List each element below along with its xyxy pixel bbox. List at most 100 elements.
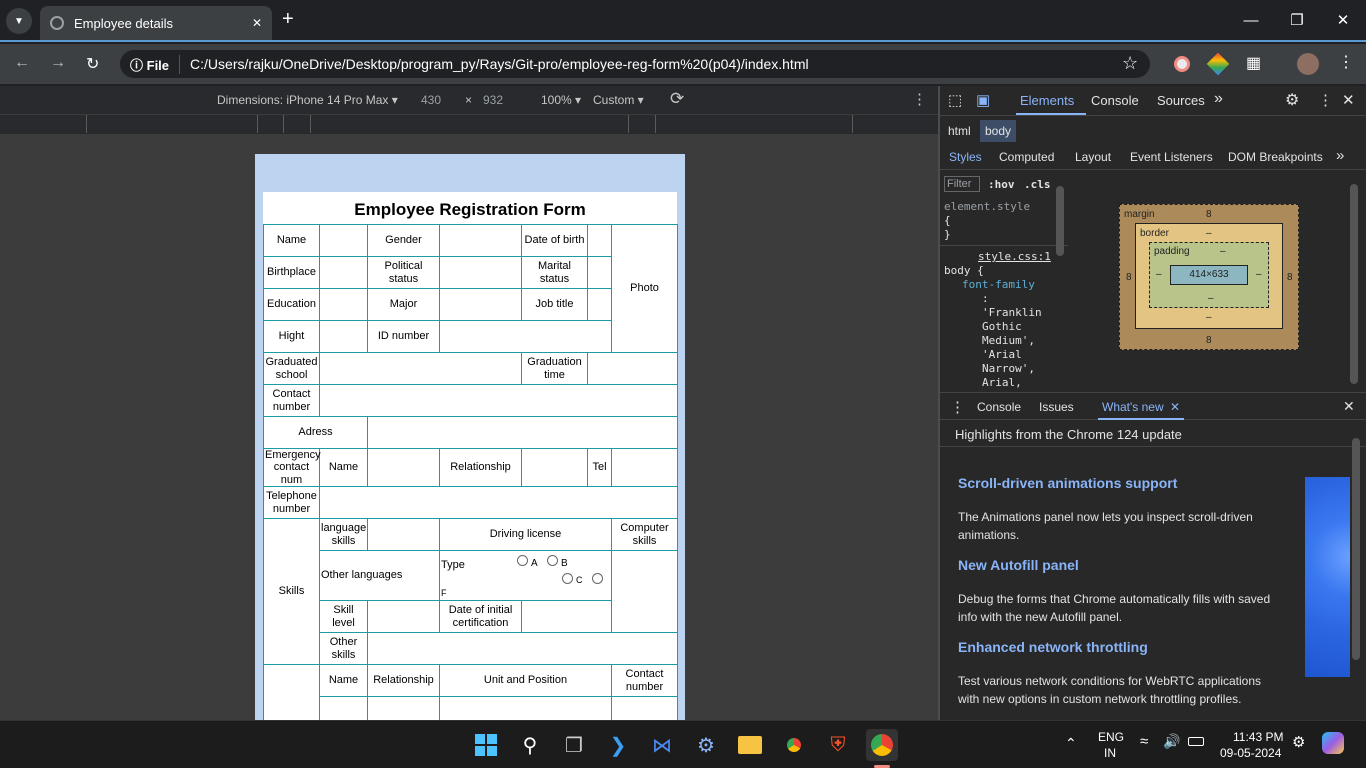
drawer-tab-whats-new[interactable]: What's new xyxy=(1102,400,1164,414)
filter-input[interactable]: Filter xyxy=(944,176,980,192)
forward-icon[interactable]: → xyxy=(50,54,66,72)
site-info-chip[interactable]: ⓘ File xyxy=(130,54,181,74)
clock-time[interactable]: 11:43 PM xyxy=(1233,730,1283,744)
extensions-puzzle-icon[interactable]: ▦ xyxy=(1246,53,1261,73)
wn-title-2[interactable]: New Autofill panel xyxy=(958,556,1079,574)
devtools-menu-icon[interactable]: ⋮ xyxy=(1318,91,1333,109)
chrome-profile-icon[interactable] xyxy=(866,729,898,761)
stylesheet-link[interactable]: style.css:1 xyxy=(978,250,1051,264)
input-language[interactable] xyxy=(367,518,440,551)
device-toggle-icon[interactable]: ▣ xyxy=(976,91,990,109)
input-tel[interactable] xyxy=(611,448,678,487)
throttle-select[interactable]: Custom ▾ xyxy=(593,93,644,107)
input-gender[interactable] xyxy=(439,224,522,257)
pycharm-icon[interactable]: ⋈ xyxy=(646,729,678,761)
omnibox[interactable]: ⓘ File C:/Users/rajku/OneDrive/Desktop/p… xyxy=(120,50,1150,78)
wifi-icon[interactable]: ≈ xyxy=(1140,733,1148,750)
browser-tab[interactable]: Employee details ✕ xyxy=(40,6,272,40)
input-contact[interactable] xyxy=(319,384,678,417)
more-tabs-icon[interactable]: » xyxy=(1214,90,1223,108)
radio-c[interactable] xyxy=(562,573,573,584)
subtab-more-icon[interactable]: » xyxy=(1336,147,1344,164)
file-explorer-icon[interactable] xyxy=(734,729,766,761)
settings-app-icon[interactable]: ⚙ xyxy=(690,729,722,761)
input-telephone[interactable] xyxy=(319,486,678,519)
width-input[interactable]: 430 xyxy=(421,93,441,107)
radio-f[interactable] xyxy=(592,573,603,584)
input-education[interactable] xyxy=(319,288,368,321)
subtab-event-listeners[interactable]: Event Listeners xyxy=(1130,150,1213,164)
input-graduated[interactable] xyxy=(319,352,522,385)
close-tab-icon[interactable]: ✕ xyxy=(252,16,262,30)
input-political[interactable] xyxy=(439,256,522,289)
bookmark-star-icon[interactable]: ☆ xyxy=(1122,53,1138,74)
restore-button[interactable]: ❐ xyxy=(1274,0,1320,40)
zoom-select[interactable]: 100% ▾ xyxy=(541,93,581,107)
crumb-html[interactable]: html xyxy=(948,124,971,138)
close-devtools-icon[interactable]: ✕ xyxy=(1342,91,1355,109)
minimize-button[interactable]: — xyxy=(1228,0,1274,40)
height-input[interactable]: 932 xyxy=(483,93,503,107)
input-grad-time[interactable] xyxy=(587,352,678,385)
lang-line-2[interactable]: IN xyxy=(1104,746,1116,760)
cls-toggle[interactable]: .cls xyxy=(1024,178,1051,192)
close-drawer-icon[interactable]: ✕ xyxy=(1343,398,1355,415)
subtab-computed[interactable]: Computed xyxy=(999,150,1054,164)
input-birthplace[interactable] xyxy=(319,256,368,289)
input-fam-name[interactable] xyxy=(319,696,368,720)
search-icon[interactable]: ⚲ xyxy=(514,729,546,761)
radio-a[interactable] xyxy=(517,555,528,566)
drawer-tab-console[interactable]: Console xyxy=(977,400,1021,414)
input-name[interactable] xyxy=(319,224,368,257)
input-em-name[interactable] xyxy=(367,448,440,487)
input-job-title[interactable] xyxy=(587,288,612,321)
volume-icon[interactable]: 🔊 xyxy=(1163,733,1180,750)
input-fam-contact[interactable] xyxy=(611,696,678,720)
input-relationship[interactable] xyxy=(521,448,588,487)
drawer-scrollbar[interactable] xyxy=(1352,438,1360,660)
wn-title-3[interactable]: Enhanced network throttling xyxy=(958,638,1148,656)
inspect-element-icon[interactable]: ⬚ xyxy=(948,91,962,109)
clock-date[interactable]: 09-05-2024 xyxy=(1220,746,1281,760)
subtab-layout[interactable]: Layout xyxy=(1075,150,1111,164)
tab-elements[interactable]: Elements xyxy=(1020,93,1074,108)
styles-scrollbar[interactable] xyxy=(1056,186,1064,256)
input-hight[interactable] xyxy=(319,320,368,353)
input-computer[interactable] xyxy=(611,550,678,633)
wn-title-1[interactable]: Scroll-driven animations support xyxy=(958,474,1177,492)
css-property[interactable]: font-family xyxy=(962,278,1035,292)
copilot-icon[interactable] xyxy=(1322,732,1344,754)
subtab-styles[interactable]: Styles xyxy=(949,150,982,164)
battery-icon[interactable] xyxy=(1188,737,1204,746)
settings-icon[interactable]: ⚙ xyxy=(1285,90,1299,110)
input-id-number[interactable] xyxy=(439,320,612,353)
hov-toggle[interactable]: :hov xyxy=(988,178,1015,192)
extension-icon-2[interactable] xyxy=(1206,52,1230,76)
profile-avatar[interactable] xyxy=(1297,53,1319,75)
lang-line-1[interactable]: ENG xyxy=(1098,730,1124,744)
tray-chevron-icon[interactable]: ⌃ xyxy=(1065,735,1077,752)
right-scrollbar[interactable] xyxy=(1350,184,1358,384)
chrome-icon[interactable] xyxy=(778,729,810,761)
back-icon[interactable]: ← xyxy=(14,54,30,72)
notification-icon[interactable]: ⚙ xyxy=(1292,733,1305,751)
input-fam-rel[interactable] xyxy=(367,696,440,720)
more-options-icon[interactable]: ⋮ xyxy=(912,90,927,108)
drawer-menu-icon[interactable]: ⋮ xyxy=(950,398,965,416)
start-icon[interactable] xyxy=(470,729,502,761)
input-unit-pos[interactable] xyxy=(439,696,612,720)
extension-icon-1[interactable] xyxy=(1174,56,1190,72)
crumb-body[interactable]: body xyxy=(980,120,1017,142)
tab-console[interactable]: Console xyxy=(1091,93,1139,108)
input-major[interactable] xyxy=(439,288,522,321)
input-skill-level[interactable] xyxy=(367,600,440,633)
radio-b[interactable] xyxy=(547,555,558,566)
close-whats-new-icon[interactable]: ✕ xyxy=(1170,400,1180,414)
new-tab-button[interactable]: + xyxy=(282,8,294,31)
reload-icon[interactable]: ↻ xyxy=(86,54,99,74)
input-other-skills[interactable] xyxy=(367,632,678,665)
browser-menu-icon[interactable]: ⋮ xyxy=(1338,52,1354,72)
tab-search-button[interactable]: ▼ xyxy=(6,8,32,34)
device-select[interactable]: Dimensions: iPhone 14 Pro Max ▾ xyxy=(217,93,398,107)
vscode-icon[interactable]: ❯ xyxy=(602,729,634,761)
